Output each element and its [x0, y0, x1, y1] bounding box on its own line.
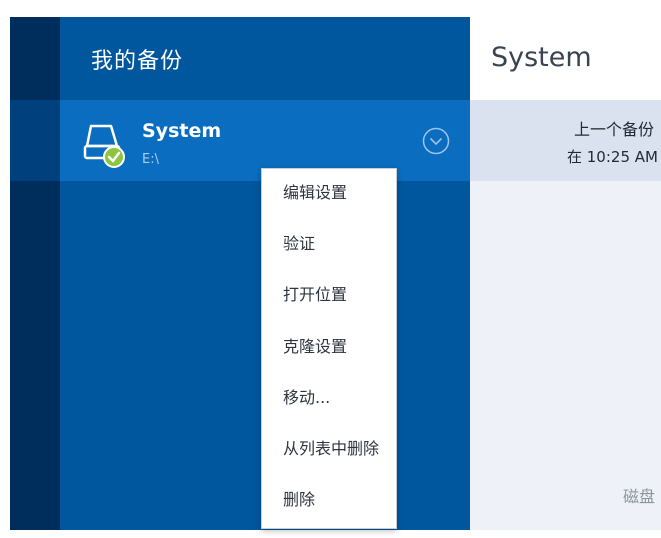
details-panel: System 上一个备份 在 10:25 AM 磁盘	[470, 17, 661, 530]
details-title: System	[491, 42, 592, 73]
menu-item-validate[interactable]: 验证	[262, 221, 396, 267]
menu-item-clone-settings[interactable]: 克隆设置	[262, 324, 396, 370]
menu-item-open-location[interactable]: 打开位置	[262, 272, 396, 318]
backup-status-band: 上一个备份 在 10:25 AM	[470, 100, 661, 181]
nav-strip-selected[interactable]	[10, 100, 60, 181]
backup-item-path: E:\	[142, 152, 159, 167]
menu-item-edit-settings[interactable]: 编辑设置	[262, 170, 396, 216]
nav-strip	[10, 17, 60, 530]
menu-item-delete[interactable]: 删除	[262, 477, 396, 523]
backups-title: 我的备份	[91, 49, 184, 74]
last-backup-label: 上一个备份	[574, 120, 655, 139]
menu-item-move[interactable]: 移动...	[262, 375, 396, 421]
backup-item-name: System	[142, 120, 222, 142]
disk-label: 磁盘	[623, 487, 656, 506]
context-menu: 编辑设置 验证 打开位置 克隆设置 移动... 从列表中删除 删除	[261, 168, 397, 529]
chevron-down-icon[interactable]	[422, 127, 450, 155]
menu-item-remove-from-list[interactable]: 从列表中删除	[262, 426, 396, 472]
disk-check-icon	[83, 124, 125, 168]
details-header: System	[470, 17, 661, 100]
last-backup-time: 在 10:25 AM	[567, 148, 658, 166]
